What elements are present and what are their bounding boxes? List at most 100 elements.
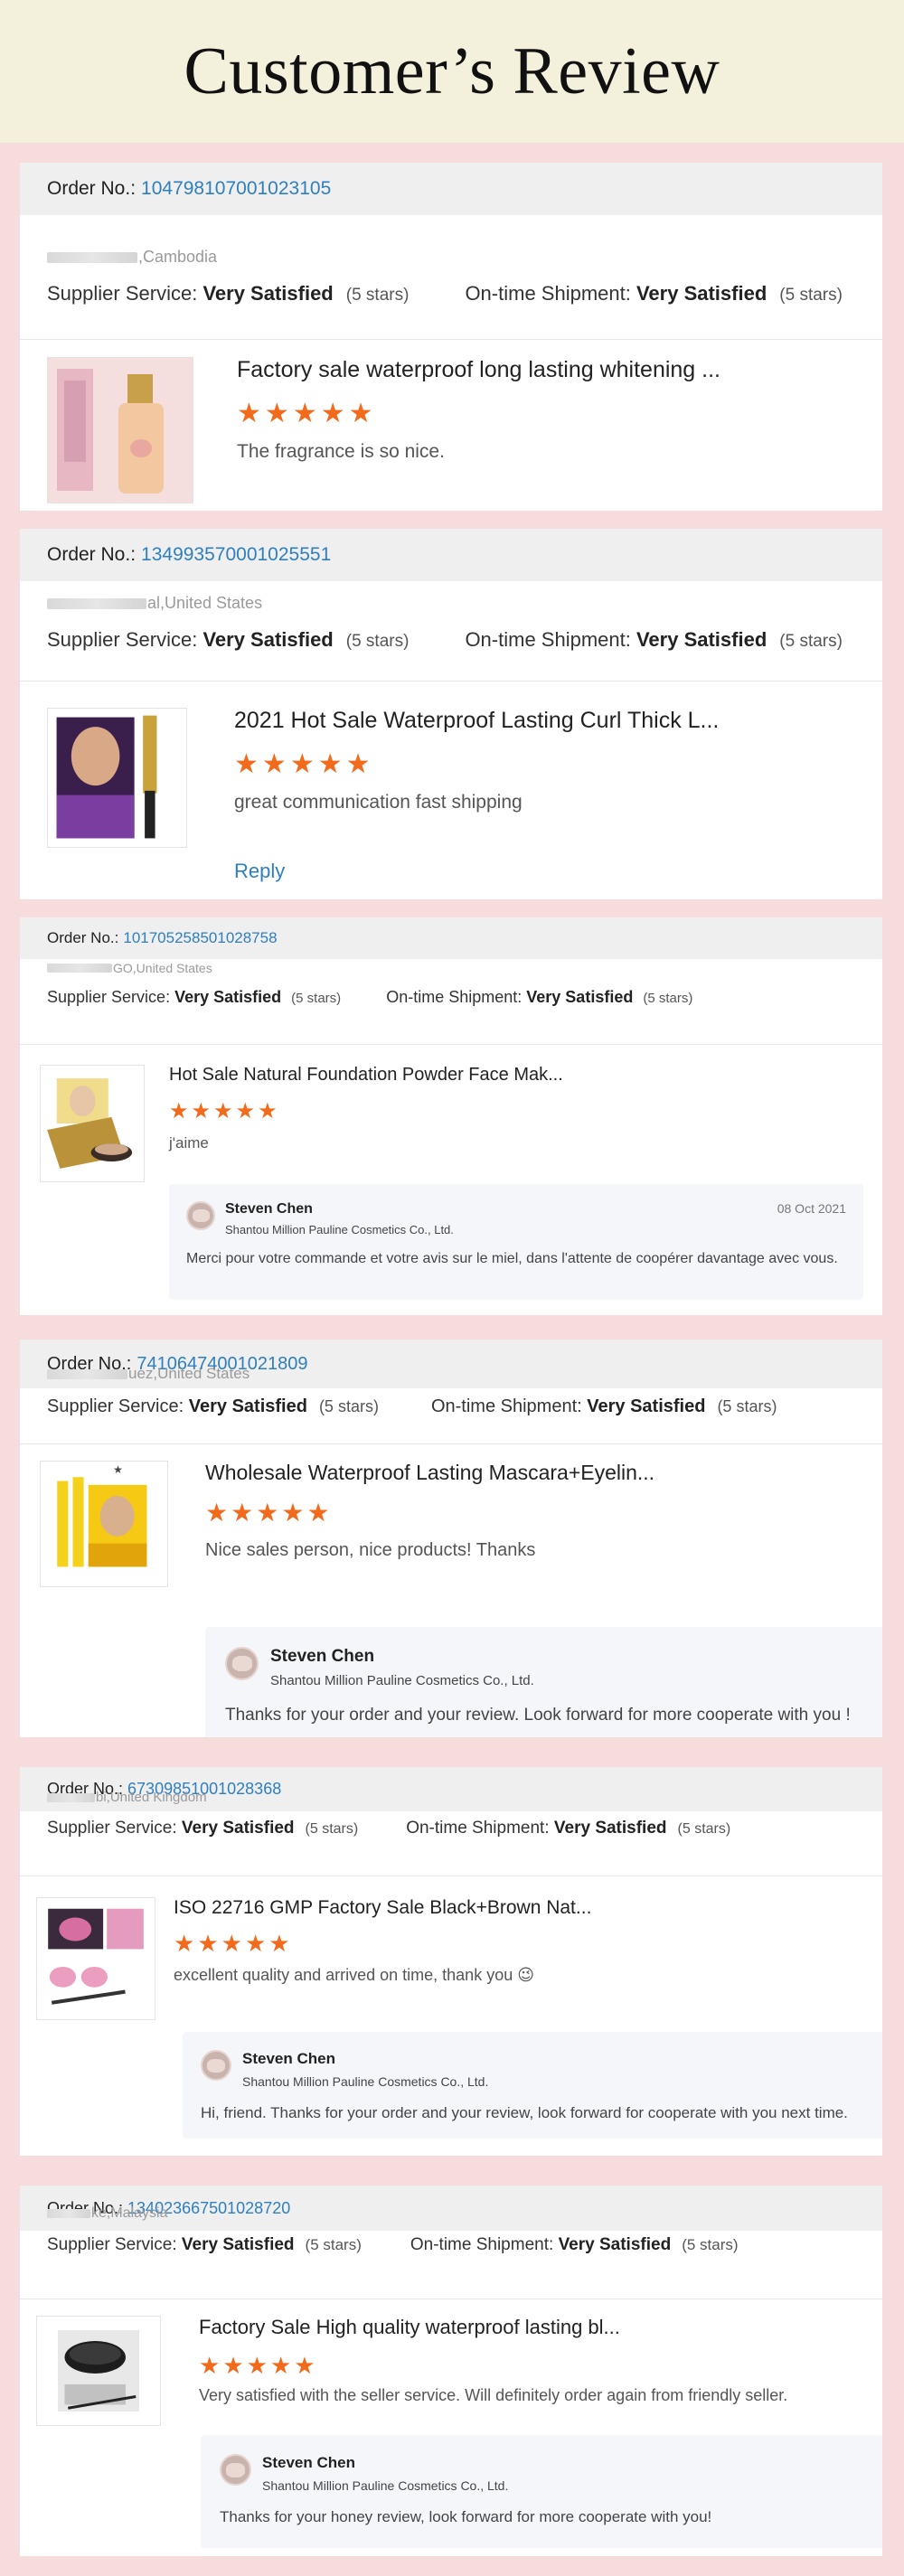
divider	[20, 681, 882, 682]
star-icon: ★	[244, 1930, 267, 1957]
reply-header: Steven Chen Shantou Million Pauline Cosm…	[186, 1201, 846, 1236]
buyer-country: al,United States	[147, 594, 263, 612]
rating-stars: ★ ★ ★ ★ ★	[174, 1932, 293, 1955]
product-title[interactable]: 2021 Hot Sale Waterproof Lasting Curl Th…	[234, 708, 719, 734]
review-comment: Nice sales person, nice products! Thanks	[205, 1540, 536, 1560]
supplier-service-rating: Very Satisfied	[202, 628, 334, 651]
product-title[interactable]: Factory Sale High quality waterproof las…	[199, 2316, 620, 2339]
star-icon: ★	[281, 1499, 305, 1527]
on-time-shipment-label: On-time Shipment:	[465, 282, 631, 305]
seller-reply: Steven Chen Shantou Million Pauline Cosm…	[183, 2032, 882, 2139]
on-time-shipment-rating: Very Satisfied	[526, 988, 634, 1006]
order-no-label: Order No.:	[47, 544, 137, 565]
product-info: ISO 22716 GMP Factory Sale Black+Brown N…	[174, 1897, 591, 1984]
reply-company: Shantou Million Pauline Cosmetics Co., L…	[270, 1673, 534, 1688]
ratings-summary: Supplier Service: Very Satisfied (5 star…	[20, 628, 843, 652]
buyer-country: ke,Malaysia	[91, 2205, 168, 2221]
reply-header: Steven Chen Shantou Million Pauline Cosm…	[220, 2454, 882, 2493]
reply-header: Steven Chen Shantou Million Pauline Cosm…	[225, 1647, 882, 1688]
product-thumbnail[interactable]	[36, 1897, 155, 2020]
review-comment: excellent quality and arrived on time, t…	[174, 1966, 534, 1984]
product-info: Wholesale Waterproof Lasting Mascara+Eye…	[205, 1461, 654, 1560]
star-icon: ★	[213, 1099, 233, 1123]
star-icon: ★	[174, 1930, 195, 1957]
review-comment: j'aime	[169, 1134, 209, 1152]
reply-author: Steven Chen	[270, 1647, 375, 1666]
buyer-country: ,Cambodia	[138, 248, 218, 266]
order-no-label: Order No.:	[47, 178, 137, 199]
star-icon: ★	[294, 2352, 315, 2379]
product-title[interactable]: Factory sale waterproof long lasting whi…	[237, 357, 720, 383]
reply-company: Shantou Million Pauline Cosmetics Co., L…	[262, 2478, 509, 2493]
masked-buyer-name	[47, 964, 112, 973]
star-icon: ★	[234, 749, 259, 779]
on-time-shipment-stars: (5 stars)	[779, 286, 843, 305]
product-thumbnail[interactable]	[47, 708, 187, 848]
order-number-link[interactable]: 104798107001023105	[141, 178, 331, 200]
masked-buyer-name	[47, 1792, 95, 1802]
supplier-service-label: Supplier Service:	[47, 1819, 177, 1838]
on-time-shipment-label: On-time Shipment:	[465, 628, 631, 651]
review-comment: The fragrance is so nice.	[237, 441, 445, 462]
star-icon: ★	[292, 399, 317, 428]
reply-text: Thanks for your honey review, look forwa…	[220, 2508, 712, 2525]
product-thumbnail[interactable]: ★	[40, 1461, 168, 1587]
star-icon: ★	[237, 399, 261, 428]
rating-stars: ★ ★ ★ ★ ★	[199, 2354, 318, 2377]
order-bar: Order No.: 104798107001023105	[20, 163, 882, 215]
reply-author: Steven Chen	[242, 2050, 335, 2067]
reply-author: Steven Chen	[225, 1201, 313, 1217]
review-card: Order No.: 134023667501028720 ke,Malaysi…	[20, 2186, 882, 2556]
buyer-location: bi,United Kingdom	[20, 1790, 207, 1805]
buyer-location: uez,United States	[20, 1365, 250, 1383]
page-header: Customer’s Review	[0, 0, 904, 143]
product-info: Factory sale waterproof long lasting whi…	[237, 357, 720, 462]
ratings-summary: Supplier Service: Very Satisfied (5 star…	[20, 2235, 739, 2255]
star-icon: ★	[268, 1930, 290, 1957]
star-icon: ★	[264, 399, 289, 428]
reply-link[interactable]: Reply	[234, 860, 285, 883]
avatar	[220, 2454, 251, 2486]
divider	[20, 1044, 882, 1045]
reply-company: Shantou Million Pauline Cosmetics Co., L…	[242, 2074, 489, 2089]
product-thumbnail[interactable]	[40, 1065, 145, 1182]
supplier-service-rating: Very Satisfied	[188, 1396, 307, 1416]
supplier-service-stars: (5 stars)	[345, 286, 410, 305]
reply-text: Hi, friend. Thanks for your order and yo…	[201, 2104, 848, 2121]
star-icon: ★	[235, 1099, 256, 1123]
on-time-shipment-label: On-time Shipment:	[430, 1396, 582, 1416]
on-time-shipment-rating: Very Satisfied	[636, 628, 767, 651]
review-card: Order No.: 104798107001023105 ,Cambodia …	[20, 163, 882, 511]
product-title[interactable]: ISO 22716 GMP Factory Sale Black+Brown N…	[174, 1897, 591, 1919]
supplier-service-stars: (5 stars)	[318, 1397, 379, 1415]
order-bar: Order No.: 101705258501028758	[20, 917, 882, 959]
star-icon: ★	[191, 1099, 212, 1123]
star-icon: ★	[246, 2352, 268, 2379]
on-time-shipment-label: On-time Shipment:	[386, 988, 523, 1006]
rating-stars: ★ ★ ★ ★ ★	[234, 751, 374, 778]
supplier-service-stars: (5 stars)	[345, 632, 410, 651]
star-icon: ★	[320, 399, 345, 428]
product-info: Hot Sale Natural Foundation Powder Face …	[169, 1065, 563, 1152]
order-number-link[interactable]: 101705258501028758	[123, 929, 277, 947]
rating-stars: ★ ★ ★ ★ ★	[169, 1101, 280, 1123]
masked-buyer-name	[47, 2209, 90, 2218]
product-thumbnail[interactable]	[36, 2316, 161, 2426]
reply-header: Steven Chen Shantou Million Pauline Cosm…	[201, 2050, 882, 2089]
star-icon: ★	[221, 1930, 242, 1957]
supplier-service-label: Supplier Service:	[47, 1396, 184, 1416]
product-title[interactable]: Wholesale Waterproof Lasting Mascara+Eye…	[205, 1461, 654, 1485]
star-icon: ★	[348, 399, 373, 428]
on-time-shipment-stars: (5 stars)	[682, 2236, 739, 2253]
product-thumbnail[interactable]	[47, 357, 193, 503]
product-info: Factory Sale High quality waterproof las…	[199, 2316, 787, 2404]
star-icon: ★	[169, 1099, 189, 1123]
avatar	[201, 2050, 231, 2081]
order-number-link[interactable]: 134993570001025551	[141, 544, 331, 566]
supplier-service-rating: Very Satisfied	[202, 282, 334, 305]
product-title[interactable]: Hot Sale Natural Foundation Powder Face …	[169, 1065, 563, 1086]
on-time-shipment-rating: Very Satisfied	[636, 282, 767, 305]
rating-stars: ★ ★ ★ ★ ★	[237, 400, 377, 428]
ratings-summary: Supplier Service: Very Satisfied (5 star…	[20, 988, 692, 1007]
ratings-summary: Supplier Service: Very Satisfied (5 star…	[20, 1396, 777, 1417]
